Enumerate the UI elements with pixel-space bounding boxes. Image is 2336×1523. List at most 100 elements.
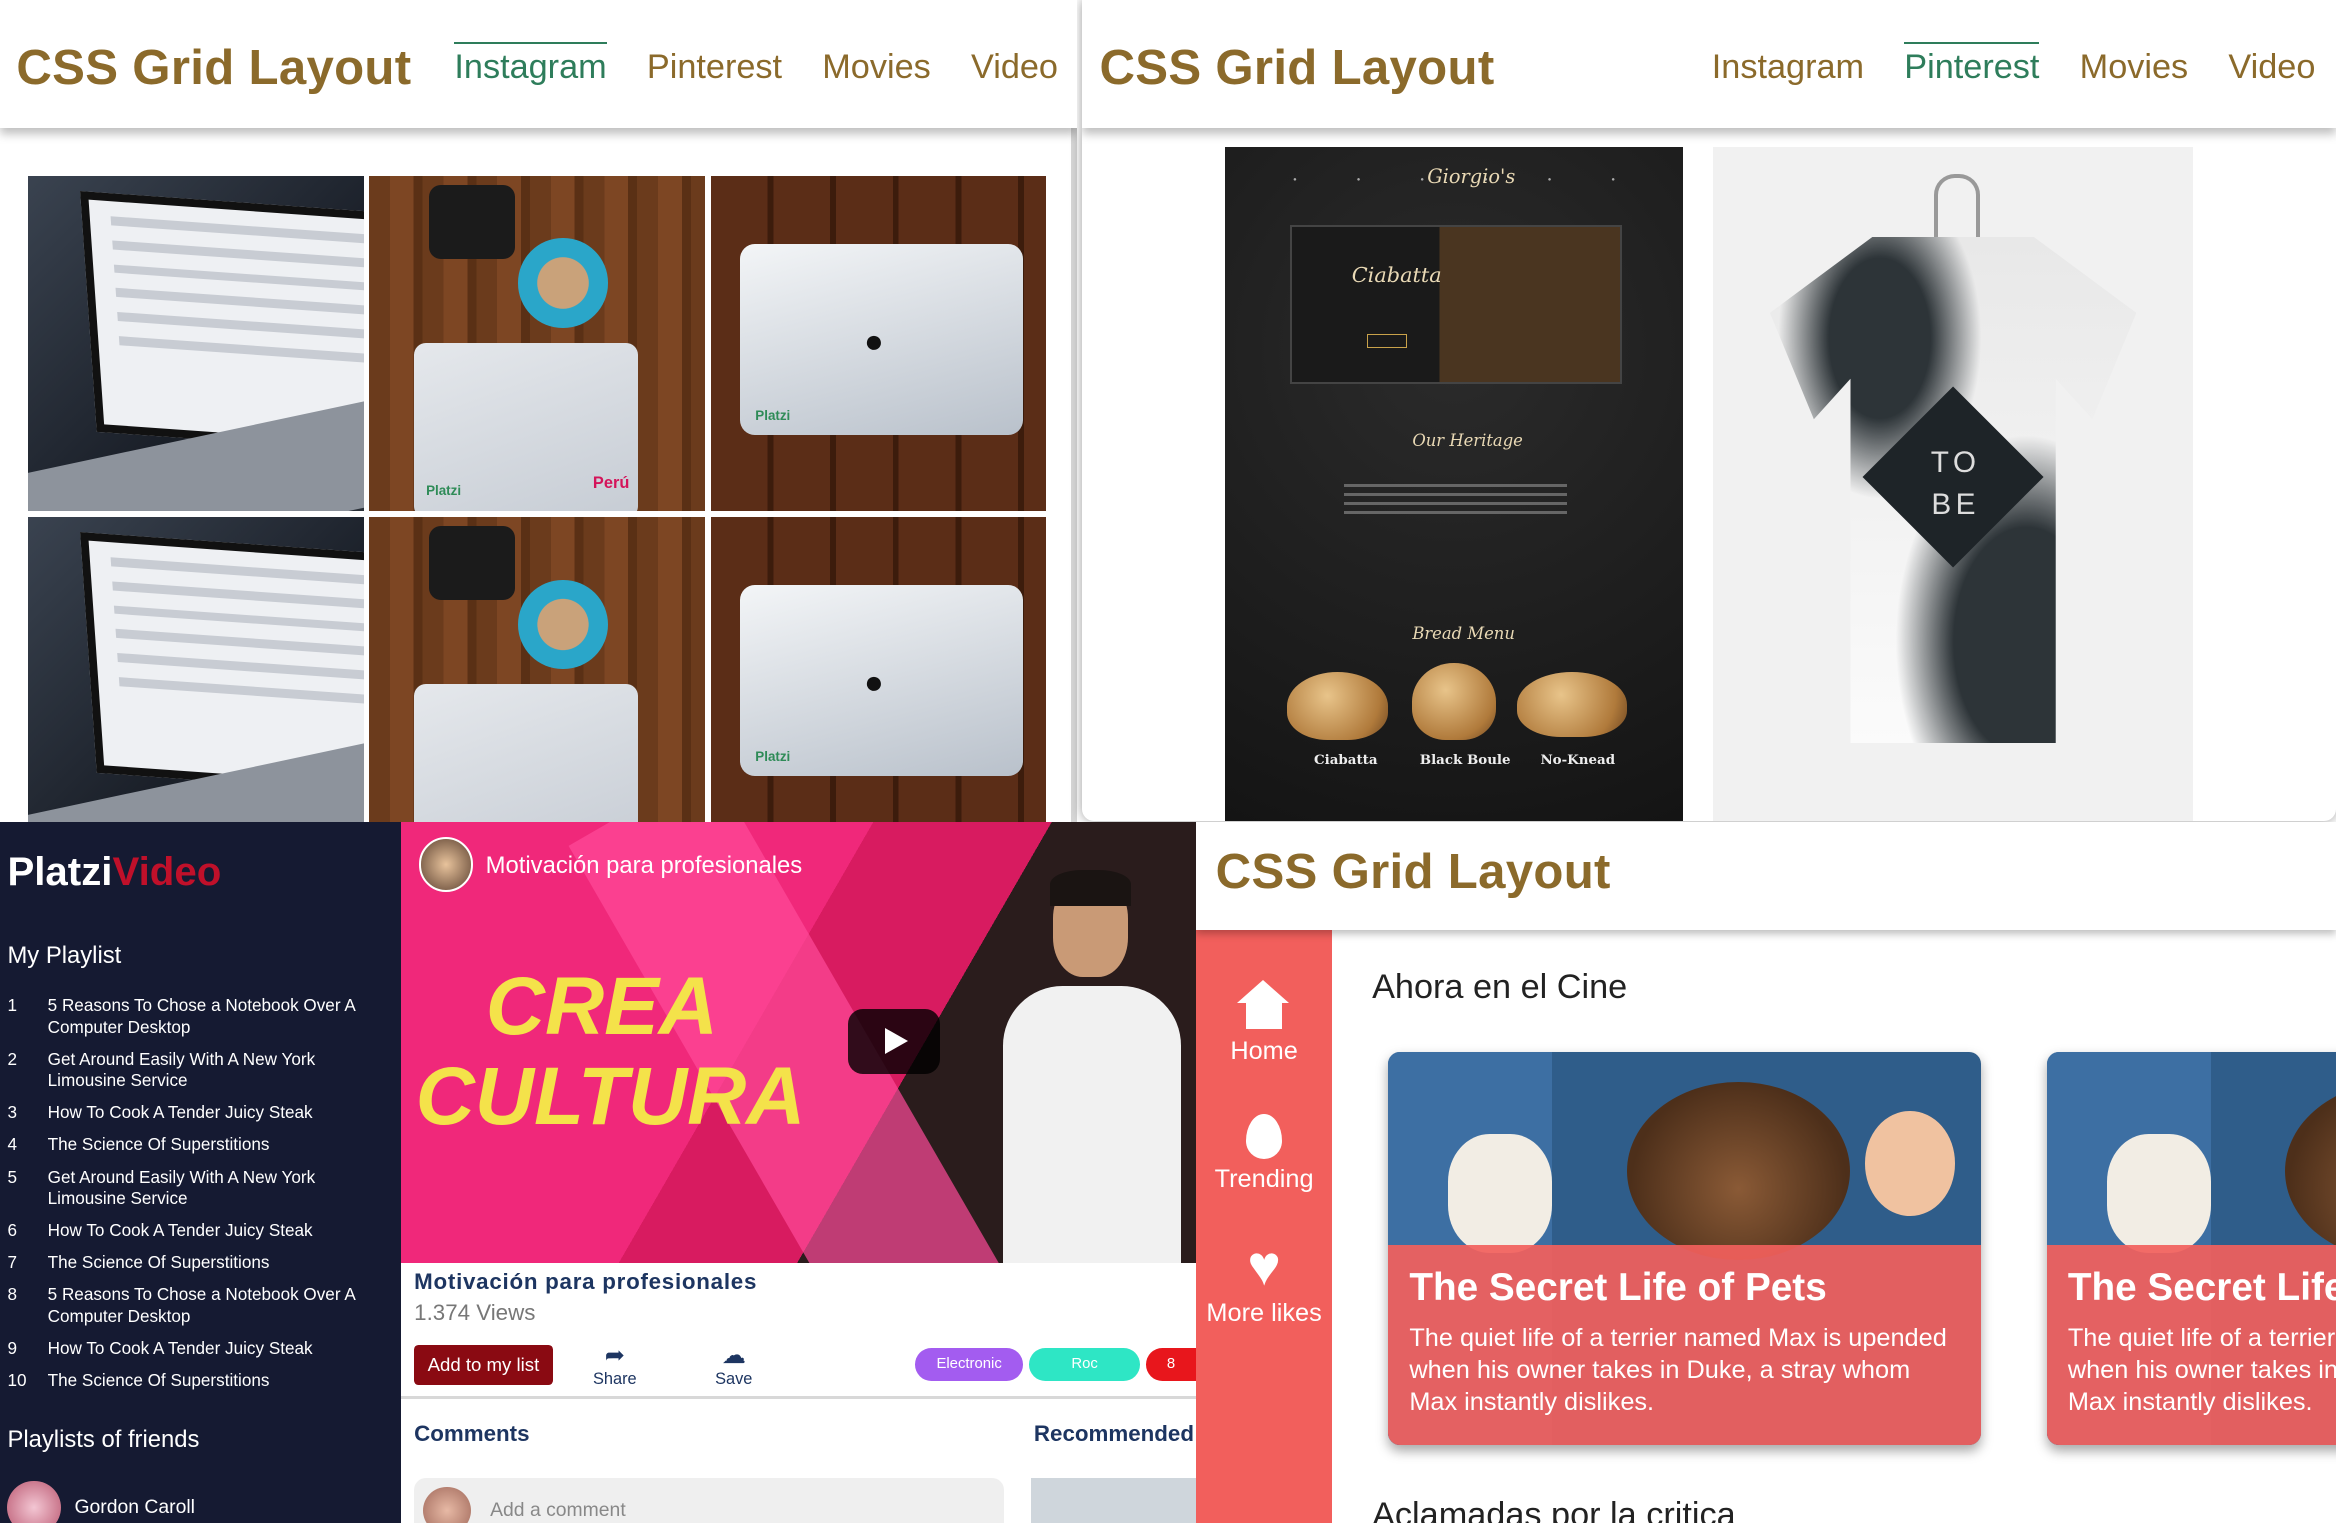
platzi-video-panel: PlatziVideo My Playlist 1 5 Reasons To Ch… <box>0 822 1197 1523</box>
playlist-item-number: 9 <box>7 1337 17 1358</box>
instagram-layout-panel: CSS Grid Layout Instagram Pinterest Movi… <box>0 0 1078 823</box>
comment-input[interactable]: Add a comment <box>414 1477 1005 1523</box>
bakery-brand: Giorgio's <box>1427 165 1516 189</box>
logo: CSS Grid Layout <box>1099 39 1495 95</box>
playlist-item[interactable]: 6 How To Cook A Tender Juicy Steak <box>7 1220 397 1242</box>
nav-video[interactable]: Video <box>2228 42 2315 87</box>
heart-icon: ♥ <box>1247 1234 1281 1298</box>
movie-card-overlay: The Secret Life of Pets The quiet life o… <box>2046 1245 2336 1446</box>
photo-grid: Platzi Perú ● Platzi ● Platzi <box>28 175 1046 823</box>
top-nav: Instagram Pinterest Movies Video <box>1672 41 2315 87</box>
playlist-item-title: The Science Of Superstitions <box>47 1369 270 1390</box>
photo-macbook[interactable]: ● Platzi <box>710 516 1046 823</box>
movie-card[interactable]: The Secret Life of Pets The quiet life o… <box>1388 1051 1982 1446</box>
bread-image <box>1516 671 1627 738</box>
header: CSS Grid Layout <box>1196 822 2336 930</box>
pin-bakery-website[interactable]: ● ● ● ● ● ● Giorgio's Ciabatta Our Heritage B… <box>1224 147 1684 821</box>
nav-instagram[interactable]: Instagram <box>1712 42 1864 87</box>
bakery-paragraph <box>1343 478 1568 520</box>
movie-card[interactable]: The Secret Life of Pets The quiet life o… <box>2046 1051 2336 1446</box>
playlist-item[interactable]: 7 The Science Of Superstitions <box>7 1252 397 1274</box>
tag-electronic[interactable]: Electronic <box>914 1348 1024 1382</box>
video-views: 1.374 Views <box>414 1299 536 1325</box>
bread-image <box>1287 671 1389 741</box>
photo-coffee-desk[interactable] <box>369 516 705 823</box>
playlist-item-number: 3 <box>7 1102 17 1123</box>
playlist-item-number: 5 <box>7 1166 17 1187</box>
photo-laptop[interactable] <box>28 516 364 823</box>
playlist-item[interactable]: 5 Get Around Easily With A New York Limou… <box>7 1167 397 1210</box>
video-overlay-text: CREA CULTURA <box>415 961 806 1142</box>
tag-rock[interactable]: Roc <box>1029 1348 1140 1382</box>
movies-layout-panel: CSS Grid Layout Home Trending ♥ More lik… <box>1196 822 2336 1523</box>
photo-macbook[interactable]: ● Platzi <box>710 175 1046 511</box>
nav-instagram[interactable]: Instagram <box>454 41 607 87</box>
playlist-item-title: 5 Reasons To Chose a Notebook Over A Com… <box>47 1284 355 1326</box>
bread-name: No-Knead <box>1540 752 1616 769</box>
playlist-item[interactable]: 4 The Science Of Superstitions <box>7 1134 397 1156</box>
playlist-item[interactable]: 10 The Science Of Superstitions <box>7 1370 397 1392</box>
playlist-item[interactable]: 8 5 Reasons To Chose a Notebook Over A Co… <box>7 1284 397 1327</box>
playlist-item-number: 6 <box>7 1220 17 1241</box>
save-button[interactable]: ☁ Save <box>715 1341 752 1389</box>
playlist-sidebar: PlatziVideo My Playlist 1 5 Reasons To Ch… <box>0 822 401 1523</box>
logo: CSS Grid Layout <box>1215 844 1611 900</box>
video-title: Motivación para profesionales <box>414 1269 758 1295</box>
header: CSS Grid Layout Instagram Pinterest Movi… <box>1081 0 2336 129</box>
nav-video[interactable]: Video <box>971 42 1058 87</box>
player-title[interactable]: Motivación para profesionales <box>486 852 803 880</box>
video-player[interactable]: Motivación para profesionales CREA CULTU… <box>400 822 1197 1264</box>
tag-more[interactable]: 8 <box>1145 1348 1197 1382</box>
divider <box>400 1395 1197 1399</box>
share-button[interactable]: ➦ Share <box>593 1341 637 1389</box>
share-icon: ➦ <box>604 1341 625 1369</box>
recommended-title: Recommended <box>1033 1421 1194 1447</box>
photo-brand: Platzi <box>755 749 791 765</box>
nav-home[interactable]: Home <box>1196 980 1332 1066</box>
photo-coffee-desk[interactable]: Platzi Perú <box>369 175 705 511</box>
playlist-item-title: The Science Of Superstitions <box>47 1134 270 1155</box>
playlist-item-number: 2 <box>7 1048 17 1069</box>
playlist-item-title: The Science Of Superstitions <box>47 1252 270 1273</box>
playlist-item[interactable]: 9 How To Cook A Tender Juicy Steak <box>7 1338 397 1360</box>
friend-item[interactable]: Gordon Caroll <box>7 1480 195 1523</box>
bakery-hero-button <box>1366 334 1408 349</box>
play-icon[interactable] <box>847 1008 941 1075</box>
channel-avatar[interactable] <box>418 837 474 892</box>
photo-laptop[interactable] <box>28 175 364 511</box>
photo-brand: Platzi <box>426 482 462 498</box>
nav-more-likes[interactable]: ♥ More likes <box>1196 1234 1332 1328</box>
nav-pinterest[interactable]: Pinterest <box>647 42 782 87</box>
movie-description: The quiet life of a terrier named Max is… <box>2067 1324 2336 1417</box>
avatar <box>7 1480 62 1523</box>
comments-title: Comments <box>414 1421 530 1447</box>
playlist-item-title: How To Cook A Tender Juicy Steak <box>47 1220 313 1241</box>
recommended-thumbnail[interactable] <box>1030 1477 1197 1523</box>
pinterest-layout-panel: CSS Grid Layout Instagram Pinterest Movi… <box>1081 0 2336 821</box>
nav-movies[interactable]: Movies <box>2080 42 2189 87</box>
section-title-now-playing: Ahora en el Cine <box>1372 968 1628 1007</box>
logo: CSS Grid Layout <box>16 39 412 95</box>
apple-logo-icon: ● <box>864 321 884 359</box>
movie-card-overlay: The Secret Life of Pets The quiet life o… <box>1388 1245 1982 1446</box>
nav-movies[interactable]: Movies <box>822 42 931 87</box>
platzi-video-logo[interactable]: PlatziVideo <box>7 849 221 895</box>
playlist-item[interactable]: 1 5 Reasons To Chose a Notebook Over A Co… <box>7 995 397 1038</box>
flame-icon <box>1246 1114 1282 1160</box>
playlist-item-number: 1 <box>7 995 17 1016</box>
playlist-item[interactable]: 2 Get Around Easily With A New York Limou… <box>7 1049 397 1092</box>
scrollbar[interactable] <box>1071 128 1078 823</box>
playlist-item-title: 5 Reasons To Chose a Notebook Over A Com… <box>47 995 355 1037</box>
pin-tshirt[interactable]: TO BE <box>1713 147 2193 821</box>
bread-name: Black Boule <box>1419 752 1511 769</box>
add-to-list-button[interactable]: Add to my list <box>414 1345 553 1386</box>
header: CSS Grid Layout Instagram Pinterest Movi… <box>0 0 1078 129</box>
home-icon <box>1237 980 1291 1031</box>
photo-brand: Platzi <box>755 408 791 424</box>
nav-trending[interactable]: Trending <box>1196 1114 1332 1194</box>
tshirt-text: TO BE <box>1930 446 1981 522</box>
movie-title: The Secret Life of Pets <box>2067 1266 2336 1310</box>
nav-pinterest[interactable]: Pinterest <box>1904 41 2040 87</box>
my-playlist-title: My Playlist <box>7 941 122 969</box>
playlist-item[interactable]: 3 How To Cook A Tender Juicy Steak <box>7 1102 397 1124</box>
